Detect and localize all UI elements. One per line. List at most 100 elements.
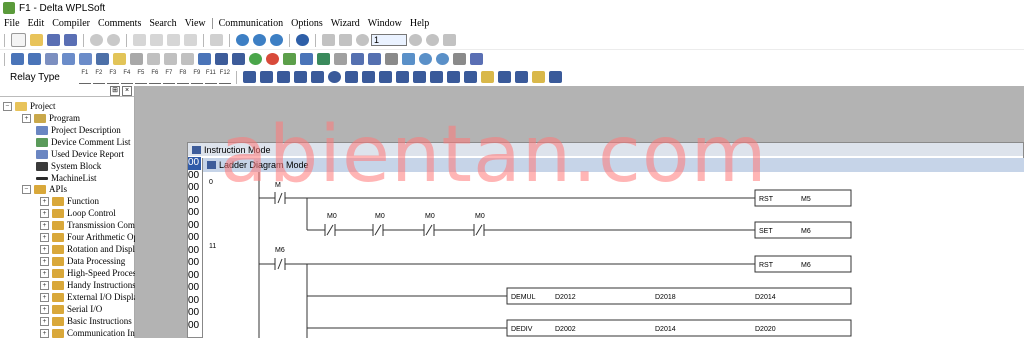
list-icon[interactable] xyxy=(164,53,177,65)
menu-compiler[interactable]: Compiler xyxy=(48,18,94,29)
verify-icon[interactable] xyxy=(79,53,92,65)
sub-icon[interactable] xyxy=(429,71,443,83)
menu-file[interactable]: File xyxy=(0,18,24,29)
grid-icon[interactable] xyxy=(147,53,160,65)
help-icon[interactable] xyxy=(296,34,309,46)
save-all-icon[interactable] xyxy=(64,34,77,46)
find-icon[interactable] xyxy=(419,53,432,65)
menu-communication[interactable]: Communication xyxy=(215,18,287,29)
delete-line-icon[interactable]: F12 xyxy=(218,70,231,84)
cut-icon[interactable] xyxy=(133,34,146,46)
link-icon[interactable] xyxy=(317,53,330,65)
expand-icon[interactable]: + xyxy=(22,113,31,123)
step-spinner[interactable]: 1 xyxy=(371,34,407,46)
step-icon[interactable] xyxy=(356,34,369,46)
add-icon[interactable] xyxy=(412,71,426,83)
menu-options[interactable]: Options xyxy=(287,18,327,29)
settings-icon[interactable] xyxy=(334,53,347,65)
close-icon[interactable]: × xyxy=(122,86,132,96)
menu-help[interactable]: Help xyxy=(406,18,433,29)
tree-item-api-external-io[interactable]: + External I/O Displa xyxy=(40,291,137,303)
tree-item-api-rotation[interactable]: + Rotation and Displ xyxy=(40,243,135,255)
menu-edit[interactable]: Edit xyxy=(24,18,49,29)
download-icon[interactable] xyxy=(283,53,296,65)
refresh-icon[interactable] xyxy=(426,34,439,46)
counter-icon[interactable] xyxy=(344,71,358,83)
div-icon[interactable] xyxy=(463,71,477,83)
tree-item-program[interactable]: + Program xyxy=(22,112,80,124)
pin-icon[interactable]: ⊞ xyxy=(110,86,120,96)
tree-item-api-handy[interactable]: + Handy Instructions xyxy=(40,279,136,291)
tree-item-api-basic[interactable]: + Basic Instructions xyxy=(40,315,132,327)
tree-item-api-high-speed[interactable]: + High-Speed Process xyxy=(40,267,140,279)
timer-icon[interactable] xyxy=(327,71,341,83)
open-folder-icon[interactable] xyxy=(30,34,43,46)
tree-item-api-loop-control[interactable]: + Loop Control xyxy=(40,207,116,219)
undo-icon[interactable] xyxy=(210,34,223,46)
np-icon[interactable] xyxy=(242,71,256,83)
edit-icon[interactable] xyxy=(130,53,143,65)
collapse-icon[interactable]: − xyxy=(3,101,12,111)
image-icon[interactable] xyxy=(402,53,415,65)
tree-item-used-device-report[interactable]: Used Device Report xyxy=(36,148,124,160)
contact-fall-icon[interactable]: F4 xyxy=(120,70,133,84)
parallel-icon[interactable]: F5 xyxy=(134,70,147,84)
tree-item-device-comment-list[interactable]: Device Comment List xyxy=(36,136,130,148)
end-icon[interactable] xyxy=(531,71,545,83)
tools-icon[interactable] xyxy=(470,53,483,65)
mail-icon[interactable] xyxy=(480,71,494,83)
find-next-icon[interactable] xyxy=(436,53,449,65)
print-icon[interactable] xyxy=(385,53,398,65)
stop-icon[interactable] xyxy=(266,53,279,65)
inv-icon[interactable] xyxy=(276,71,290,83)
horizontal-line-icon[interactable]: F9 xyxy=(190,70,203,84)
table-icon-2[interactable] xyxy=(368,53,381,65)
parallel-nc-icon[interactable]: F6 xyxy=(148,70,161,84)
book-icon[interactable] xyxy=(215,53,228,65)
tree-item-project[interactable]: − Project xyxy=(3,100,56,112)
menu-view[interactable]: View xyxy=(181,18,210,29)
disc-icon[interactable] xyxy=(90,34,103,46)
tree-item-api-data-processing[interactable]: + Data Processing xyxy=(40,255,125,267)
api-instruction-icon[interactable]: F8 xyxy=(176,70,189,84)
compile-icon[interactable] xyxy=(62,53,75,65)
instruction-window-titlebar[interactable]: Instruction Mode xyxy=(188,143,1023,156)
run-icon[interactable] xyxy=(409,34,422,46)
menu-search[interactable]: Search xyxy=(145,18,180,29)
instruction-mode-icon[interactable] xyxy=(28,53,41,65)
tree-item-api-function[interactable]: + Function xyxy=(40,195,99,207)
set-icon[interactable] xyxy=(293,71,307,83)
ladder-mode-icon[interactable] xyxy=(11,53,24,65)
contact-no-icon[interactable]: F1 xyxy=(78,70,91,84)
menu-wizard[interactable]: Wizard xyxy=(327,18,364,29)
monitor-icon[interactable] xyxy=(322,34,335,46)
delete-icon[interactable] xyxy=(184,34,197,46)
tree-item-api-arithmetic[interactable]: + Four Arithmetic Op xyxy=(40,231,138,243)
vertical-line-icon[interactable]: F11 xyxy=(204,70,217,84)
tree-item-project-description[interactable]: Project Description xyxy=(36,124,121,136)
transfer-icon[interactable] xyxy=(443,34,456,46)
zcp-icon[interactable] xyxy=(395,71,409,83)
tree-item-api-communication[interactable]: + Communication Ins xyxy=(40,327,138,339)
comment-icon[interactable] xyxy=(113,53,126,65)
contact-rise-icon[interactable]: F3 xyxy=(106,70,119,84)
dec-icon[interactable] xyxy=(514,71,528,83)
collapse-icon[interactable]: − xyxy=(22,184,31,194)
tree-item-api-serial-io[interactable]: + Serial I/O xyxy=(40,303,102,315)
output-coil-icon[interactable]: F7 xyxy=(162,70,175,84)
menu-window[interactable]: Window xyxy=(364,18,406,29)
ladder-window-titlebar[interactable]: Ladder Diagram Mode xyxy=(203,158,1024,172)
tree-item-system-block[interactable]: System Block xyxy=(36,160,101,172)
disc-icon-2[interactable] xyxy=(107,34,120,46)
online-icon[interactable] xyxy=(249,53,262,65)
fend-icon[interactable] xyxy=(548,71,562,83)
monitor-stop-icon[interactable] xyxy=(339,34,352,46)
tree-item-apis[interactable]: − APIs xyxy=(22,183,67,195)
menu-comments[interactable]: Comments xyxy=(94,18,145,29)
ladder-diagram-canvas[interactable]: 0 11 M RST M5 M0 M0 M0 M0 SET M6 M6 RST … xyxy=(203,172,1024,338)
sfc-mode-icon[interactable] xyxy=(45,53,58,65)
zoom-out-icon[interactable] xyxy=(270,34,283,46)
tree-item-api-transmission[interactable]: + Transmission Comp xyxy=(40,219,139,231)
upload-icon[interactable] xyxy=(300,53,313,65)
mov-icon[interactable] xyxy=(361,71,375,83)
